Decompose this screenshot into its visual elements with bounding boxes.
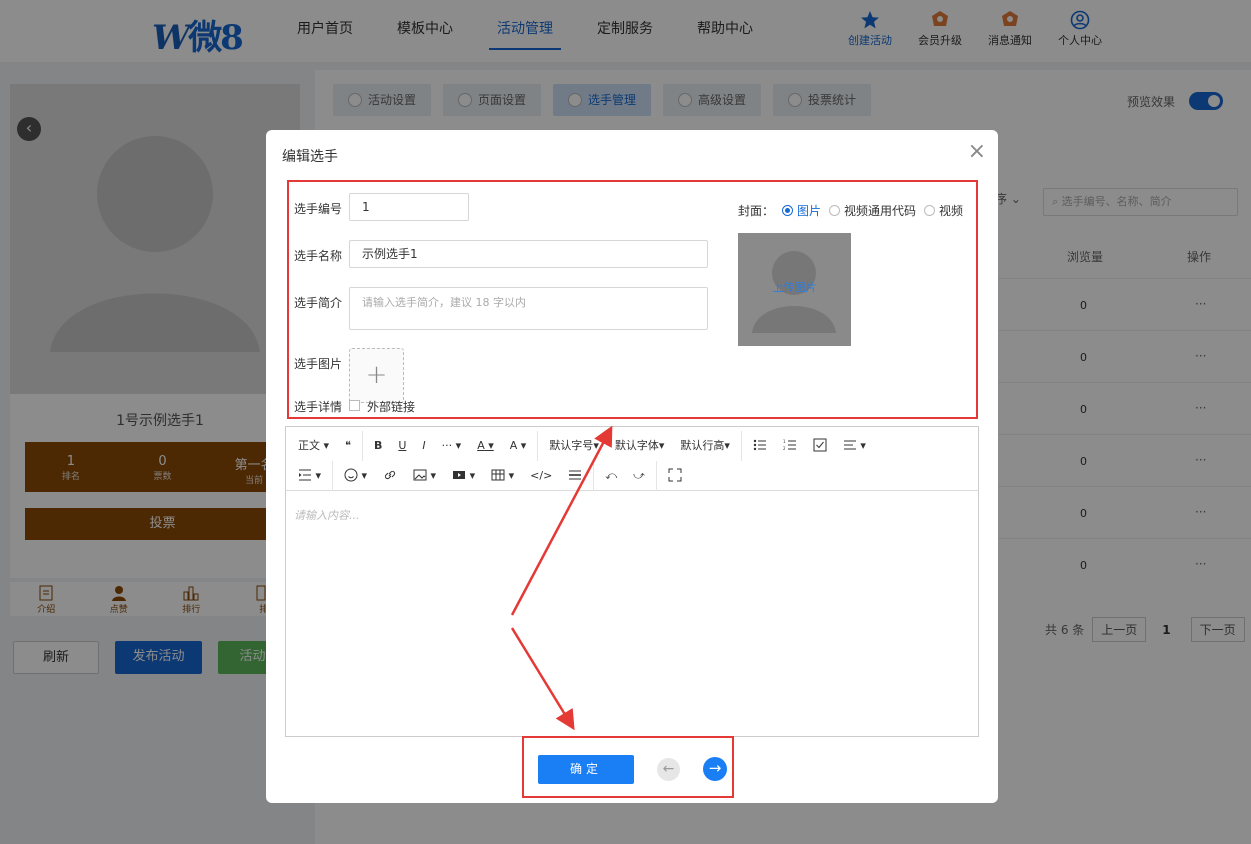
numbered-list-icon[interactable]: 12	[775, 434, 805, 458]
code-icon[interactable]: </>	[522, 464, 560, 488]
detail-label: 选手详情	[294, 400, 343, 414]
prev-player-icon[interactable]: ←	[657, 758, 680, 781]
heading-select[interactable]: 正文 ▾	[290, 434, 337, 458]
fullscreen-icon[interactable]	[660, 464, 690, 488]
underline-icon[interactable]: U	[390, 434, 414, 458]
next-player-icon[interactable]: →	[703, 757, 727, 781]
indent-icon[interactable]: ▾	[290, 464, 329, 488]
radio-icon	[924, 205, 936, 216]
emoji-icon[interactable]: ▾	[336, 464, 375, 488]
upload-image-text: 上传图片	[772, 281, 817, 294]
bullet-list-icon[interactable]	[745, 434, 775, 458]
image-icon[interactable]: ▾	[405, 464, 444, 488]
divider-icon[interactable]	[560, 464, 590, 488]
dialog-title: 编辑选手	[282, 149, 338, 165]
add-image-button[interactable]: +	[349, 348, 404, 403]
confirm-button[interactable]: 确定	[538, 755, 634, 784]
svg-text:2: 2	[783, 446, 786, 451]
font-family-select[interactable]: 默认字体▾	[607, 434, 673, 458]
video-icon[interactable]: ▾	[444, 464, 483, 488]
intro-textarea[interactable]: 请输入选手简介，建议 18 字以内	[349, 287, 708, 330]
editor-content-area[interactable]: 请输入内容...	[286, 491, 978, 539]
cover-option-video[interactable]: 视频	[924, 202, 963, 219]
bg-color-icon[interactable]: A ▾	[502, 434, 535, 458]
cover-option-image[interactable]: 图片	[782, 202, 821, 219]
name-input[interactable]: 示例选手1	[349, 240, 708, 268]
close-icon[interactable]: ×	[968, 139, 986, 164]
cover-upload[interactable]: 上传图片	[738, 233, 851, 346]
redo-icon[interactable]: ⤻	[625, 464, 653, 488]
italic-icon[interactable]: I	[414, 434, 433, 458]
font-color-icon[interactable]: A ▾	[469, 434, 502, 458]
number-input[interactable]: 1	[349, 193, 469, 221]
name-label: 选手名称	[294, 249, 343, 263]
align-icon[interactable]: ▾	[835, 434, 874, 458]
editor-toolbar: 正文 ▾ ❝ B U I ··· ▾ A ▾ A ▾ 默认字号▾ 默认字体▾ 默…	[286, 427, 978, 491]
cover-type-group: 封面： 图片 视频通用代码 视频	[738, 202, 963, 219]
rich-text-editor: 正文 ▾ ❝ B U I ··· ▾ A ▾ A ▾ 默认字号▾ 默认字体▾ 默…	[285, 426, 979, 737]
cover-label: 封面：	[738, 204, 775, 218]
cover-option-video-code[interactable]: 视频通用代码	[829, 202, 916, 219]
font-size-select[interactable]: 默认字号▾	[541, 434, 607, 458]
bold-icon[interactable]: B	[366, 434, 390, 458]
image-label: 选手图片	[294, 357, 343, 371]
undo-icon[interactable]: ⤺	[597, 464, 625, 488]
edit-player-dialog: 编辑选手 × 选手编号 1 选手名称 示例选手1 选手简介 请输入选手简介，建议…	[266, 130, 998, 803]
external-link-label: 外部链接	[367, 400, 416, 414]
table-icon[interactable]: ▾	[483, 464, 522, 488]
intro-label: 选手简介	[294, 296, 343, 310]
svg-text:1: 1	[783, 439, 786, 444]
line-height-select[interactable]: 默认行高▾	[672, 434, 738, 458]
number-label: 选手编号	[294, 202, 343, 216]
radio-icon	[782, 205, 794, 216]
quote-icon[interactable]: ❝	[337, 434, 359, 458]
link-icon[interactable]	[375, 464, 405, 488]
todo-icon[interactable]	[805, 434, 835, 458]
external-link-checkbox[interactable]	[349, 400, 360, 411]
radio-icon	[829, 205, 841, 216]
more-format-icon[interactable]: ··· ▾	[434, 434, 470, 458]
